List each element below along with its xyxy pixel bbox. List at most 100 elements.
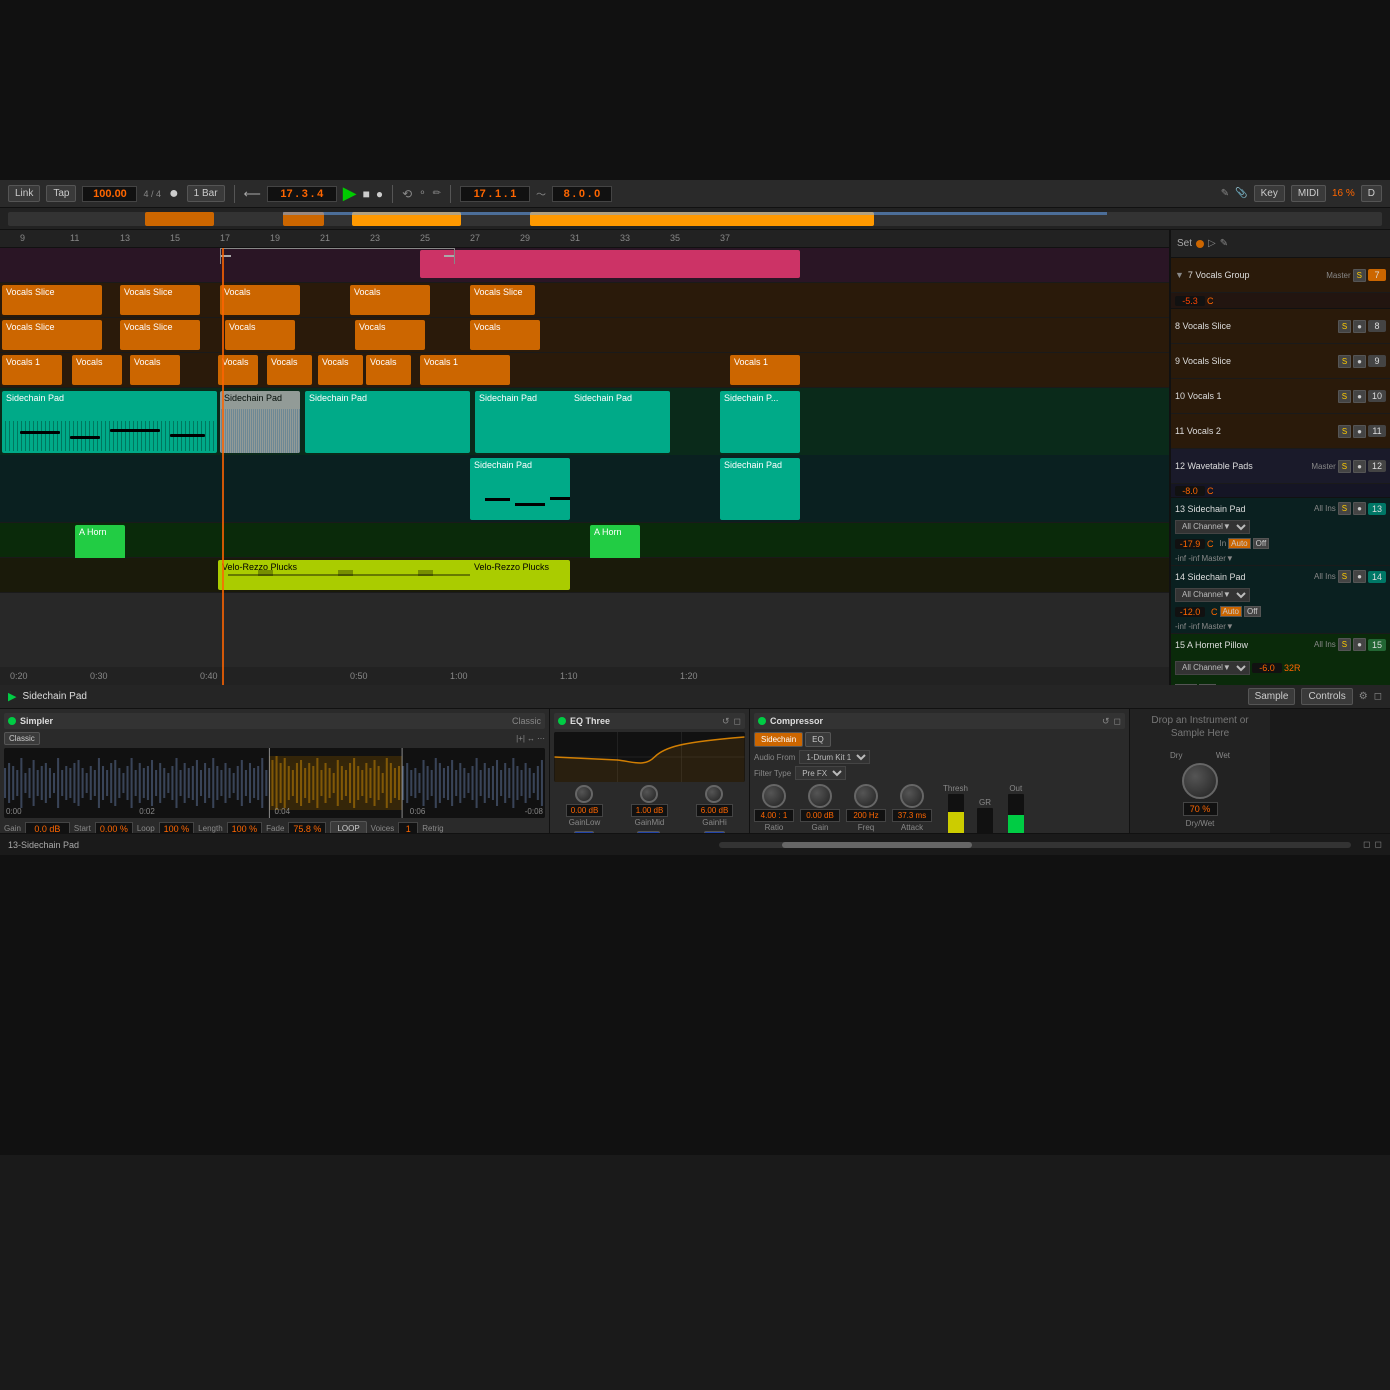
gainmid-val[interactable]: 1.00 dB bbox=[631, 804, 669, 817]
audio-from-select[interactable]: 1-Drum Kit 1 bbox=[799, 750, 870, 764]
controls-tab[interactable]: Controls bbox=[1301, 688, 1352, 705]
simpler-classic-btn[interactable]: Classic bbox=[4, 732, 40, 745]
comp-freq-knob[interactable] bbox=[854, 784, 878, 808]
off-btn-14[interactable]: Off bbox=[1244, 606, 1261, 617]
pencil-icon[interactable]: ✎ bbox=[1221, 188, 1229, 199]
clip-v1-3[interactable]: Vocals bbox=[130, 355, 180, 385]
clip-vocalsl-2[interactable]: Vocals Slice bbox=[120, 320, 200, 350]
end-icon-1[interactable]: ◻ bbox=[1363, 839, 1370, 850]
loop-val[interactable]: 100 % bbox=[159, 822, 195, 834]
eq-icon-1[interactable]: ↺ bbox=[722, 716, 730, 727]
sample-tab[interactable]: Sample bbox=[1248, 688, 1296, 705]
clip-v1-4[interactable]: Vocals bbox=[218, 355, 258, 385]
d-button[interactable]: D bbox=[1361, 185, 1382, 202]
s-btn-12[interactable]: S bbox=[1338, 460, 1351, 473]
record-icon[interactable]: ● bbox=[376, 187, 383, 201]
tap-button[interactable]: Tap bbox=[46, 185, 76, 202]
m-btn-14[interactable]: ● bbox=[1353, 570, 1366, 583]
fader-val-15[interactable]: -6.0 bbox=[1252, 663, 1282, 673]
comp-attack-knob[interactable] bbox=[900, 784, 924, 808]
drop-zone[interactable]: Drop an Instrument or Sample Here Dry We… bbox=[1130, 709, 1270, 833]
scroll-track[interactable] bbox=[719, 842, 1351, 848]
gainlow-val[interactable]: 0.00 dB bbox=[566, 804, 604, 817]
gainhi-val[interactable]: 6.00 dB bbox=[696, 804, 734, 817]
set-icon-1[interactable]: ▷ bbox=[1208, 238, 1216, 249]
bar-select[interactable]: 1 Bar bbox=[187, 185, 225, 202]
simpler-waveform[interactable]: 0:00 0:02 0:04 0:06 -0:08 bbox=[4, 748, 545, 818]
clip-vocals-pink[interactable] bbox=[420, 250, 800, 278]
scroll-thumb[interactable] bbox=[782, 842, 972, 848]
tempo-display[interactable]: 100.00 bbox=[82, 186, 137, 202]
stop-icon[interactable]: ■ bbox=[363, 187, 370, 201]
m-btn-13[interactable]: ● bbox=[1353, 502, 1366, 515]
comp-icon-2[interactable]: ◻ bbox=[1114, 716, 1121, 727]
comp-freq-val[interactable]: 200 Hz bbox=[846, 809, 886, 822]
clip-v1-1[interactable]: Vocals 1 bbox=[2, 355, 62, 385]
fader-val-12[interactable]: -8.0 bbox=[1175, 486, 1205, 496]
s-btn-15[interactable]: S bbox=[1338, 638, 1351, 651]
s-btn-8[interactable]: S bbox=[1338, 320, 1351, 333]
m-btn-10[interactable]: ● bbox=[1353, 390, 1366, 403]
groove-icon[interactable]: 〜 bbox=[536, 186, 546, 201]
play-icon[interactable]: ▶ bbox=[343, 183, 357, 204]
comp-gain-val[interactable]: 0.00 dB bbox=[800, 809, 840, 822]
link-button[interactable]: Link bbox=[8, 185, 40, 202]
simpler-mode[interactable]: Classic bbox=[512, 716, 541, 726]
dry-wet-val[interactable]: 70 % bbox=[1183, 802, 1218, 816]
set-icon-2[interactable]: ✎ bbox=[1220, 238, 1228, 249]
s-btn-7[interactable]: S bbox=[1353, 269, 1366, 282]
clip-vocals-slice-3[interactable]: Vocals bbox=[220, 285, 300, 315]
s-btn-13[interactable]: S bbox=[1338, 502, 1351, 515]
clip-vocals-r1[interactable]: Vocals bbox=[225, 320, 295, 350]
end-icon-2[interactable]: ◻ bbox=[1375, 839, 1382, 850]
gain-val[interactable]: 0.0 dB bbox=[25, 822, 70, 834]
draw-icon[interactable]: ✏ bbox=[433, 188, 441, 199]
position2-display[interactable]: 17 . 1 . 1 bbox=[460, 186, 530, 202]
clip-vocalsl-1[interactable]: Vocals Slice bbox=[2, 320, 102, 350]
ratio-val[interactable]: 4.00 : 1 bbox=[754, 809, 794, 822]
ratio-knob[interactable] bbox=[762, 784, 786, 808]
clip-velo-1[interactable]: Velo-Rezzo Plucks bbox=[218, 560, 513, 590]
filter-type-select[interactable]: Pre FX bbox=[795, 766, 846, 780]
clip-icon[interactable]: 📎 bbox=[1235, 188, 1247, 199]
s-btn-14[interactable]: S bbox=[1338, 570, 1351, 583]
loop-mode-btn[interactable]: LOOP bbox=[330, 821, 366, 833]
back-icon[interactable]: ⟵ bbox=[244, 187, 261, 201]
clip-vocals-4[interactable]: Vocals bbox=[350, 285, 430, 315]
clip-velo-2[interactable]: Velo-Rezzo Plucks bbox=[470, 560, 570, 590]
play-icon-bottom[interactable]: ▶ bbox=[8, 690, 16, 703]
channel-select-14[interactable]: All Channel▼ bbox=[1175, 588, 1250, 602]
clip-v1-7[interactable]: Vocals bbox=[366, 355, 411, 385]
punch-icon[interactable]: ⚬ bbox=[418, 188, 426, 199]
s-btn-9[interactable]: S bbox=[1338, 355, 1351, 368]
eq-power[interactable] bbox=[558, 717, 566, 725]
comp-gain-knob[interactable] bbox=[808, 784, 832, 808]
fader-val-13[interactable]: -17.9 bbox=[1175, 539, 1205, 549]
loop-icon[interactable]: ⟲ bbox=[402, 187, 412, 201]
auto-btn-14[interactable]: Auto bbox=[1220, 606, 1242, 617]
comp-icon-1[interactable]: ↺ bbox=[1102, 716, 1110, 727]
m-btn-8[interactable]: ● bbox=[1353, 320, 1366, 333]
start-val[interactable]: 0.00 % bbox=[95, 822, 133, 834]
gainmid-knob[interactable] bbox=[640, 785, 658, 803]
s-btn-11[interactable]: S bbox=[1338, 425, 1351, 438]
midi-button[interactable]: MIDI bbox=[1291, 185, 1326, 202]
eq-graph[interactable] bbox=[554, 732, 745, 782]
sidechain-btn[interactable]: Sidechain bbox=[754, 732, 803, 747]
dry-wet-knob[interactable] bbox=[1182, 763, 1218, 799]
voices-val[interactable]: 1 bbox=[398, 822, 418, 834]
simpler-power[interactable] bbox=[8, 717, 16, 725]
comp-power[interactable] bbox=[758, 717, 766, 725]
off-btn-13[interactable]: Off bbox=[1253, 538, 1270, 549]
clip-vocals-r3[interactable]: Vocals bbox=[470, 320, 540, 350]
fader-val-7[interactable]: -5.3 bbox=[1175, 296, 1205, 306]
device-icon-1[interactable]: ⚙ bbox=[1359, 691, 1368, 702]
m-btn-12[interactable]: ● bbox=[1353, 460, 1366, 473]
m-btn-15[interactable]: ● bbox=[1353, 638, 1366, 651]
clip-v1-5[interactable]: Vocals bbox=[267, 355, 312, 385]
clip-vocals-slice-2[interactable]: Vocals Slice bbox=[120, 285, 200, 315]
gainhi-knob[interactable] bbox=[705, 785, 723, 803]
position3-display[interactable]: 8 . 0 . 0 bbox=[552, 186, 612, 202]
length-val[interactable]: 100 % bbox=[227, 822, 263, 834]
fader-val-14[interactable]: -12.0 bbox=[1175, 607, 1205, 617]
